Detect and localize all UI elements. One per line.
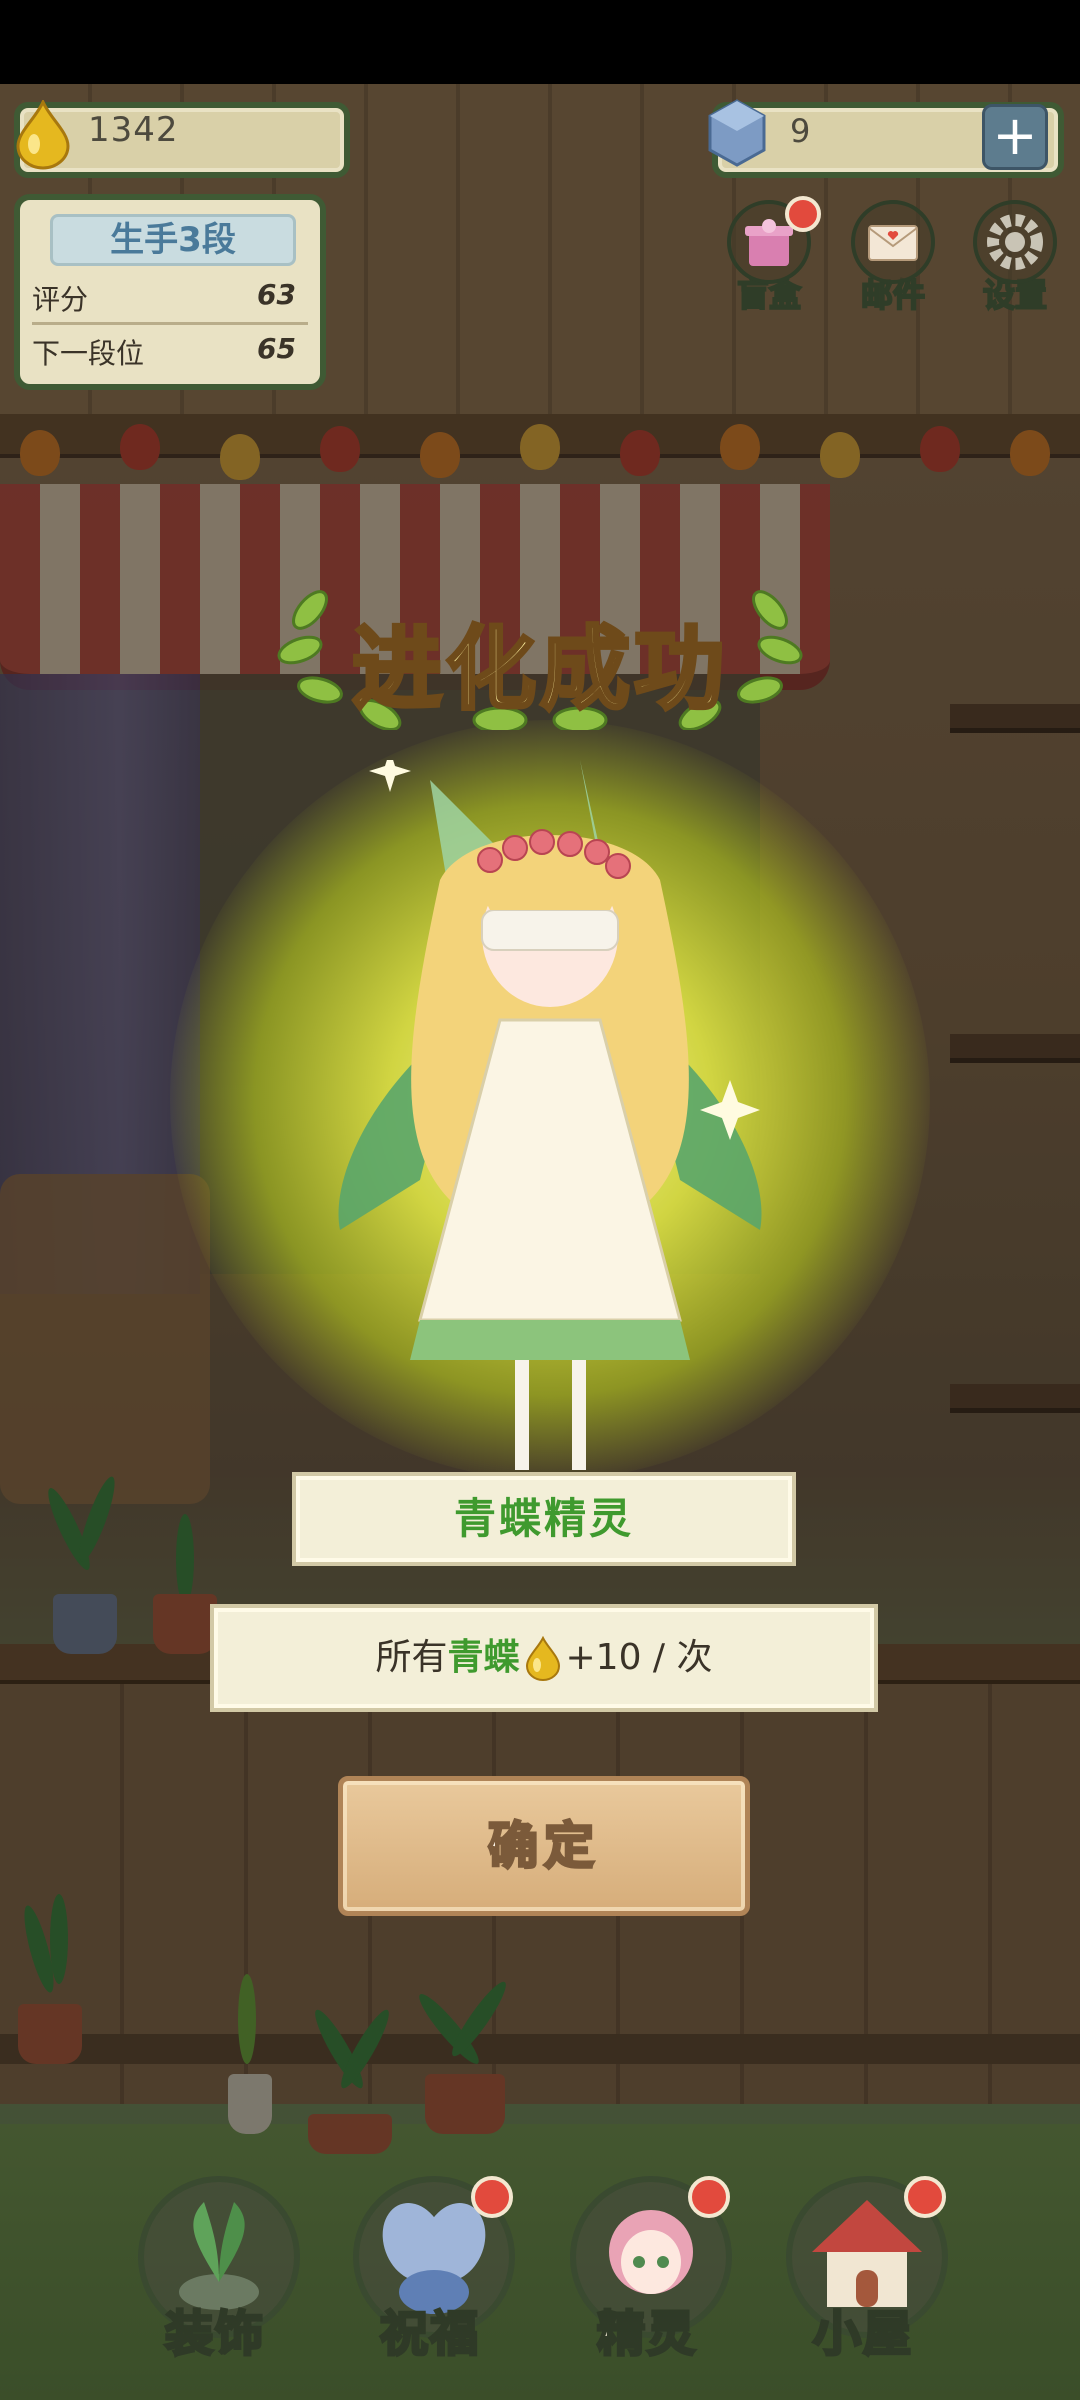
confirm-label: 确定 (487, 1816, 600, 1877)
effect-prefix: 所有 (375, 1637, 448, 1678)
notification-badge (785, 196, 821, 232)
nav-fairy-label: 精灵 (595, 2305, 697, 2364)
notification-badge (471, 2176, 513, 2218)
score-row: 评分 63 (32, 278, 308, 318)
status-bar (0, 0, 1080, 84)
rank-panel[interactable]: 生手3段 评分 63 下一段位 65 (14, 194, 326, 390)
score-value: 63 (257, 278, 296, 311)
add-gems-button[interactable]: + (982, 104, 1048, 170)
nav-fairy[interactable]: 精灵 (562, 2176, 732, 2376)
next-rank-label: 下一段位 (32, 337, 145, 370)
effect-suffix: +10 / 次 (565, 1637, 713, 1678)
effect-plate: 所有青蝶 +10 / 次 (210, 1604, 878, 1712)
gear-icon (973, 200, 1057, 284)
water-drop-coin-icon (16, 100, 70, 170)
fairy-name: 青蝶精灵 (453, 1494, 634, 1543)
nav-blessing[interactable]: 祝福 (345, 2176, 515, 2376)
confirm-button[interactable]: 确定 (338, 1776, 750, 1916)
rank-title-box: 生手3段 (50, 214, 296, 266)
score-label: 评分 (32, 283, 89, 316)
nav-house-label: 小屋 (811, 2305, 913, 2364)
nav-decorate-label: 装饰 (163, 2305, 265, 2364)
water-drop-icon (525, 1636, 560, 1681)
nav-decorate[interactable]: 装饰 (130, 2176, 300, 2376)
fairy-character (338, 760, 762, 1470)
effect-highlight: 青蝶 (447, 1637, 520, 1678)
nav-blessing-label: 祝福 (378, 2305, 480, 2364)
rank-title: 生手3段 (110, 220, 236, 260)
divider (32, 322, 308, 325)
nav-house[interactable]: 小屋 (778, 2176, 948, 2376)
mail-icon (851, 200, 935, 284)
gem-icon (708, 99, 766, 167)
settings-button[interactable]: 设置 (970, 200, 1060, 316)
fairy-name-plate: 青蝶精灵 (292, 1472, 796, 1566)
evolution-success-title: 进化成功 (350, 615, 728, 724)
blind-box-button[interactable]: 盲盒 (724, 196, 821, 316)
mail-button[interactable]: 邮件 (848, 200, 938, 316)
next-rank-value: 65 (257, 332, 296, 365)
notification-badge (688, 2176, 730, 2218)
gem-count: 9 (790, 112, 811, 150)
effect-text: 所有青蝶 +10 / 次 (375, 1636, 713, 1681)
notification-badge (904, 2176, 946, 2218)
blind-box-icon (727, 196, 821, 284)
next-rank-row: 下一段位 65 (32, 332, 308, 372)
coin-count: 1342 (88, 110, 179, 150)
